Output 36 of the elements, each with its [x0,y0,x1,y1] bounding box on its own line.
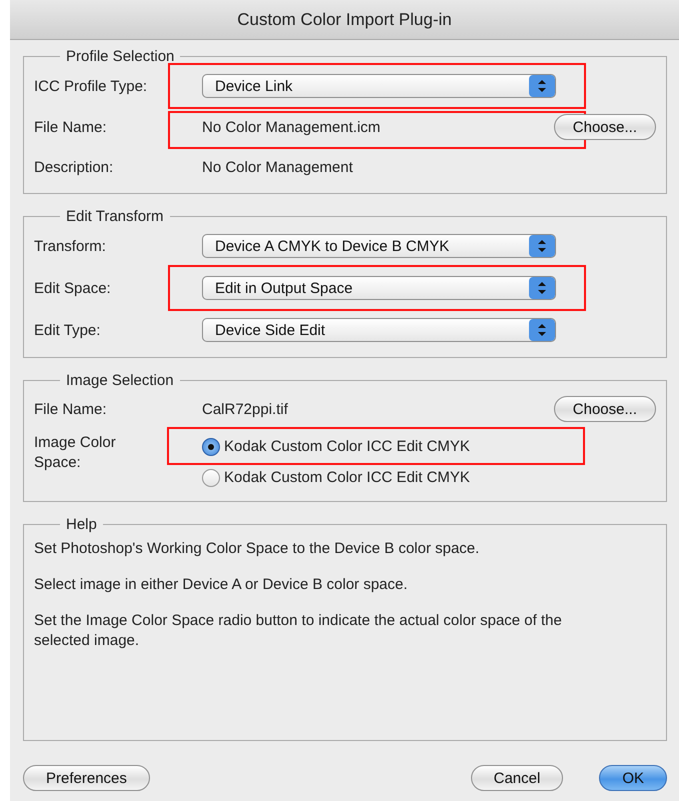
window-title: Custom Color Import Plug-in [237,10,452,30]
radio-option[interactable]: Kodak Custom Color ICC Edit CMYK [202,468,470,486]
help-text: Select image in either Device A or Device B color space. [34,575,409,595]
stepper-icon [529,277,555,299]
field-label: Edit Type: [34,322,102,338]
popup-menu[interactable]: Device Side Edit [202,318,556,342]
field-label: Description: [34,158,114,176]
group-title: Edit Transform [65,208,165,225]
field-label: Image Color Space: [34,433,117,473]
field-label: File Name: [34,118,108,136]
dialog-button[interactable]: Preferences [23,765,150,791]
field-label: File Name: [34,400,108,418]
popup-menu[interactable]: Edit in Output Space [202,276,556,300]
description-value: No Color Management [202,158,354,176]
radio-button[interactable] [202,468,220,486]
ok-button[interactable]: OK [599,765,667,791]
file-name: No Color Management.icm [202,118,382,136]
popup-menu[interactable]: Device A CMYK to Device B CMYK [202,234,556,258]
choose-button[interactable]: Choose... [554,396,656,422]
file-name: CalR72ppi.tif [202,400,289,418]
help-text: Set the Image Color Space radio button to indicate the actual color space of the selected image. [34,611,563,651]
group-title: Help [65,516,98,533]
dialog-button[interactable]: Cancel [470,765,564,791]
help-text: Set Photoshop's Working Color Space to the Device B color space. [34,539,480,559]
radio-button[interactable] [202,438,220,456]
choose-button[interactable]: Choose... [554,114,656,140]
radio-option[interactable]: Kodak Custom Color ICC Edit CMYK [202,438,470,456]
field-label: ICC Profile Type: [34,78,148,94]
field-label: Edit Space: [34,280,112,296]
stepper-icon [529,235,555,257]
stepper-icon [529,75,555,97]
stepper-icon [529,319,555,341]
group-title: Profile Selection [65,48,176,65]
popup-menu[interactable]: Device Link [202,74,556,98]
group-title: Image Selection [65,372,175,389]
field-label: Transform: [34,238,107,254]
